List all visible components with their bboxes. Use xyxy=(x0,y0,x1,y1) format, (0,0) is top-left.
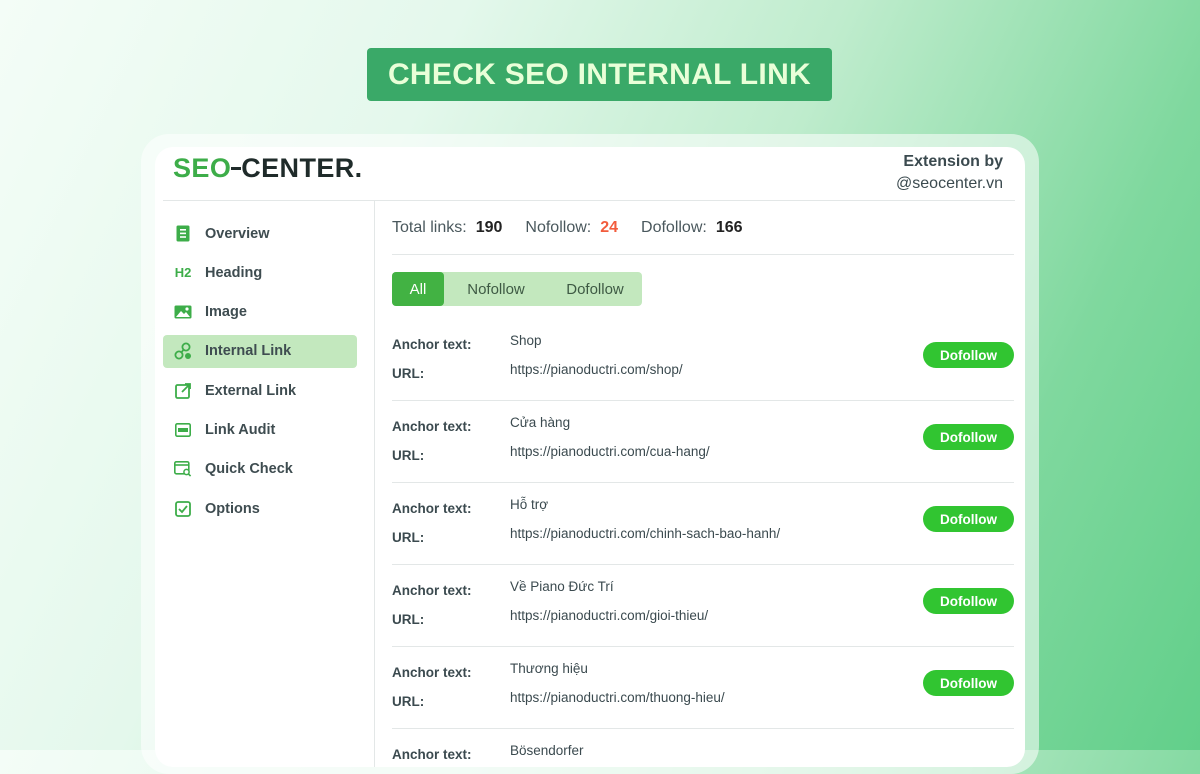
anchor-text-label: Anchor text: xyxy=(392,665,472,680)
anchor-text-label: Anchor text: xyxy=(392,747,472,762)
extension-author: @seocenter.vn xyxy=(896,175,1003,192)
anchor-text-value: Thương hiệu xyxy=(510,661,588,676)
dofollow-count: 166 xyxy=(715,218,743,236)
sidebar-item-label: External Link xyxy=(205,382,297,399)
sidebar-item-label: Link Audit xyxy=(205,421,276,438)
link-filter-tabs: All Nofollow Dofollow xyxy=(392,272,642,306)
seo-center-logo: SEO CENTER. xyxy=(173,153,363,184)
anchor-text-value: Hỗ trợ xyxy=(510,497,549,512)
sidebar-item-options[interactable]: Options xyxy=(163,492,357,525)
link-row: Anchor text: Cửa hàng URL: https://piano… xyxy=(392,401,1014,483)
url-label: URL: xyxy=(392,530,425,545)
sidebar-nav: Overview H2 Heading Image Internal Link E… xyxy=(163,217,357,531)
anchor-text-value: Bösendorfer xyxy=(510,743,584,758)
dofollow-badge: Dofollow xyxy=(923,424,1014,450)
logo-seo-text: SEO xyxy=(173,153,232,183)
sidebar-divider xyxy=(374,201,375,767)
extension-by-label: Extension by xyxy=(903,153,1003,170)
url-value[interactable]: https://pianoductri.com/shop/ xyxy=(510,362,683,377)
anchor-text-value: Về Piano Đức Trí xyxy=(510,579,614,594)
dofollow-badge: Dofollow xyxy=(923,670,1014,696)
extension-panel: SEO CENTER. Extension by @seocenter.vn Ov… xyxy=(155,147,1025,767)
url-value[interactable]: https://pianoductri.com/gioi-thieu/ xyxy=(510,608,708,623)
h2-icon: H2 xyxy=(174,265,192,281)
url-label: URL: xyxy=(392,694,425,709)
logo-center-text: CENTER. xyxy=(241,153,363,183)
sidebar-item-internal-link[interactable]: Internal Link xyxy=(163,334,357,368)
url-value[interactable]: https://pianoductri.com/cua-hang/ xyxy=(510,444,710,459)
sidebar-item-label: Options xyxy=(205,500,260,517)
link-row: Anchor text: Thương hiệu URL: https://pi… xyxy=(392,647,1014,729)
audit-icon xyxy=(174,421,192,439)
url-value[interactable]: https://pianoductri.com/chinh-sach-bao-h… xyxy=(510,526,780,541)
link-icon xyxy=(174,342,192,360)
sidebar-item-label: Heading xyxy=(205,264,263,281)
external-link-icon xyxy=(174,382,192,400)
link-row: Anchor text: Bösendorfer xyxy=(392,729,1014,767)
sidebar-item-label: Internal Link xyxy=(205,343,292,360)
image-icon xyxy=(174,303,192,321)
anchor-text-value: Cửa hàng xyxy=(510,415,571,430)
url-label: URL: xyxy=(392,612,425,627)
sidebar-item-link-audit[interactable]: Link Audit xyxy=(163,413,357,446)
anchor-text-label: Anchor text: xyxy=(392,501,472,516)
dofollow-badge: Dofollow xyxy=(923,588,1014,614)
filter-nofollow-button[interactable]: Nofollow xyxy=(444,272,548,306)
sidebar-item-quick-check[interactable]: Quick Check xyxy=(163,453,357,486)
filter-dofollow-button[interactable]: Dofollow xyxy=(548,272,642,306)
sidebar-item-image[interactable]: Image xyxy=(163,296,357,329)
main-content: Total links: 190 Nofollow: 24 Dofollow: … xyxy=(392,201,1014,762)
url-label: URL: xyxy=(392,366,425,381)
total-links-label: Total links: xyxy=(392,218,467,236)
logo-dash xyxy=(231,166,242,170)
url-label: URL: xyxy=(392,448,425,463)
total-links-count: 190 xyxy=(475,218,503,236)
filter-all-button[interactable]: All xyxy=(392,272,444,306)
document-icon xyxy=(174,225,192,243)
anchor-text-label: Anchor text: xyxy=(392,583,472,598)
nofollow-count: 24 xyxy=(600,218,619,236)
sidebar-item-heading[interactable]: H2 Heading xyxy=(163,256,357,289)
sidebar-item-overview[interactable]: Overview xyxy=(163,217,357,250)
sidebar-item-label: Quick Check xyxy=(205,461,293,478)
quick-check-icon xyxy=(174,460,192,478)
page-banner-title: CHECK SEO INTERNAL LINK xyxy=(367,48,832,101)
sidebar-item-label: Overview xyxy=(205,225,270,242)
sidebar-item-label: Image xyxy=(205,304,247,321)
link-row: Anchor text: Shop URL: https://pianoduct… xyxy=(392,319,1014,401)
dofollow-badge: Dofollow xyxy=(923,342,1014,368)
extension-credit: Extension by @seocenter.vn xyxy=(896,151,1003,195)
anchor-text-label: Anchor text: xyxy=(392,419,472,434)
link-row: Anchor text: Về Piano Đức Trí URL: https… xyxy=(392,565,1014,647)
anchor-text-label: Anchor text: xyxy=(392,337,472,352)
link-list: Anchor text: Shop URL: https://pianoduct… xyxy=(392,319,1014,767)
dofollow-label: Dofollow: xyxy=(641,218,707,236)
link-stats: Total links: 190 Nofollow: 24 Dofollow: … xyxy=(392,201,1014,255)
checkbox-icon xyxy=(174,500,192,518)
url-value[interactable]: https://pianoductri.com/thuong-hieu/ xyxy=(510,690,725,705)
nofollow-label: Nofollow: xyxy=(525,218,592,236)
anchor-text-value: Shop xyxy=(510,333,542,348)
dofollow-badge: Dofollow xyxy=(923,506,1014,532)
sidebar-item-external-link[interactable]: External Link xyxy=(163,374,357,407)
link-row: Anchor text: Hỗ trợ URL: https://pianodu… xyxy=(392,483,1014,565)
